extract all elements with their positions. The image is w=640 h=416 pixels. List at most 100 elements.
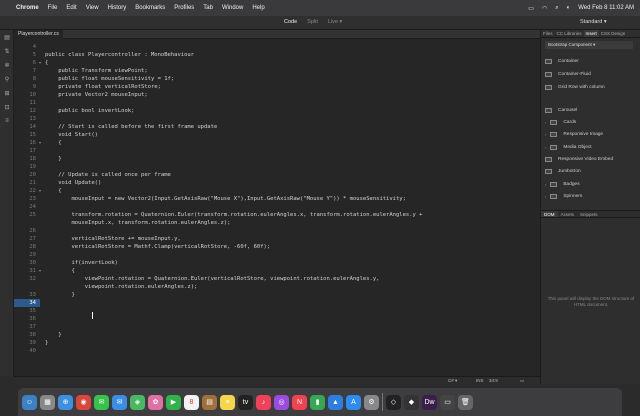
open-document-icon[interactable]: ▤ [0, 30, 14, 44]
bootstrap-item[interactable]: Container-Fluid [545, 70, 591, 79]
code-line[interactable]: verticalRotStore += mouseInput.y, [45, 235, 180, 243]
code-line[interactable] [45, 299, 72, 307]
bootstrap-item[interactable]: Grid Row with column [545, 83, 605, 92]
menu-tab[interactable]: Tab [203, 5, 213, 11]
code-line[interactable]: public float mouseSensitivity = 1f; [45, 75, 174, 83]
view-tab-2[interactable]: Live ▾ [328, 19, 342, 25]
menu-profiles[interactable]: Profiles [174, 5, 194, 11]
code-line[interactable]: void Update() [45, 179, 101, 187]
calendar-icon[interactable]: 8 [184, 394, 199, 410]
bootstrap-item[interactable]: Container [545, 57, 579, 66]
component-dropdown[interactable]: Bootstrap Component ▾ [545, 41, 633, 49]
menu-edit[interactable]: Edit [66, 5, 76, 11]
panel-bottom-tab-2[interactable]: Snippets [577, 211, 601, 217]
safari-icon[interactable]: ⊕ [58, 394, 73, 410]
code-line[interactable]: public class Playercontroller : MonoBeha… [45, 51, 194, 59]
notes-icon[interactable]: ≡ [220, 394, 235, 410]
bootstrap-item[interactable]: › Badges [545, 180, 580, 189]
view-tab-1[interactable]: Split [307, 19, 318, 25]
panel-tab-3[interactable]: CSS Design [599, 30, 628, 37]
photos-icon[interactable]: ✿ [148, 394, 163, 410]
bootstrap-item[interactable]: › Media Object [545, 143, 592, 152]
messages-icon[interactable]: ✉ [94, 394, 109, 410]
code-line[interactable]: private float verticalRotStore; [45, 83, 161, 91]
podcasts-icon[interactable]: ◎ [274, 394, 289, 410]
expand-arrow-icon[interactable]: › [545, 145, 546, 150]
tv-icon[interactable]: tv [238, 394, 253, 410]
expand-arrow-icon[interactable]: › [545, 182, 546, 187]
expand-arrow-icon[interactable]: › [545, 194, 546, 199]
menu-history[interactable]: History [108, 5, 127, 11]
menu-app-name[interactable]: Chrome [16, 5, 39, 11]
facetime-icon[interactable]: ▶ [166, 394, 181, 410]
bootstrap-item[interactable]: Jumbotron [545, 167, 581, 176]
code-line[interactable]: } [45, 155, 61, 163]
fold-arrow-icon[interactable]: ▾ [39, 139, 41, 147]
panel-tab-0[interactable]: Files [541, 30, 555, 37]
menu-view[interactable]: View [86, 5, 99, 11]
panel-bottom-tab-1[interactable]: Assets [558, 211, 578, 217]
view-tab-0[interactable]: Code [284, 19, 297, 25]
clock[interactable]: Wed Feb 8 11:02 AM [578, 5, 634, 11]
code-line[interactable]: viewpoint.rotation.eulerAngles.z); [45, 283, 198, 291]
music-icon[interactable]: ♪ [256, 394, 271, 410]
comment-icon[interactable]: ⊡ [0, 100, 14, 114]
numbers-icon[interactable]: ▮ [310, 394, 325, 410]
unityhub-icon[interactable]: ◆ [404, 394, 419, 410]
unity-icon[interactable]: ◇ [386, 394, 401, 410]
panel-tab-2[interactable]: Insert [583, 30, 599, 37]
search-icon[interactable]: ⌕ [555, 5, 558, 12]
code-line[interactable]: viewPoint.rotation = Quaternion.Euler(ve… [45, 275, 380, 283]
code-line[interactable]: { [45, 139, 61, 147]
trash-icon[interactable]: 🗑 [458, 394, 473, 410]
launchpad-icon[interactable]: ▦ [40, 394, 55, 410]
code-line[interactable]: { [45, 187, 61, 195]
code-line[interactable]: void Start() [45, 131, 98, 139]
control-center-icon[interactable]: ◐ [567, 5, 571, 11]
expand-arrow-icon[interactable]: › [545, 120, 546, 125]
code-line[interactable]: transform.rotation = Quaternion.Euler(tr… [45, 211, 422, 219]
format-icon[interactable]: ✲ [0, 58, 14, 72]
finder2-icon[interactable]: ▤ [202, 394, 217, 410]
code-line[interactable]: // Update is called once per frame [45, 171, 171, 179]
fold-arrow-icon[interactable]: ▾ [39, 187, 41, 195]
file-tab[interactable]: Playercontroller.cs [14, 30, 63, 39]
language-selector[interactable]: C# ▾ [448, 378, 457, 384]
code-line[interactable]: if(invertLook) [45, 259, 117, 267]
window-icon[interactable]: ▭ [440, 394, 455, 410]
code-line[interactable]: verticalRotStore = Mathf.Clamp(verticalR… [45, 243, 270, 251]
news-icon[interactable]: N [292, 394, 307, 410]
bootstrap-item[interactable]: Responsive Video Embed [545, 155, 613, 164]
mail-icon[interactable]: ✉ [112, 394, 127, 410]
menu-bookmarks[interactable]: Bookmarks [135, 5, 165, 11]
fold-arrow-icon[interactable]: ▾ [39, 267, 41, 275]
expand-icon[interactable]: ⊞ [0, 86, 14, 100]
code-line[interactable]: public Transform viewPoint; [45, 67, 147, 75]
code-line[interactable]: private Vector2 mouseInput; [45, 91, 147, 99]
maps-icon[interactable]: ◈ [130, 394, 145, 410]
bootstrap-item[interactable]: › Spinners [545, 192, 582, 201]
file-management-icon[interactable]: ⇅ [0, 44, 14, 58]
code-line[interactable]: mouseInput = new Vector2(Input.GetAxisRa… [45, 195, 405, 203]
menu-help[interactable]: Help [252, 5, 264, 11]
expand-arrow-icon[interactable]: › [545, 132, 546, 137]
code-tools-icon[interactable]: ⚲ [0, 72, 14, 86]
code-line[interactable]: mouseInput.x, transform.rotation.eulerAn… [45, 219, 230, 227]
menu-window[interactable]: Window [222, 5, 243, 11]
chrome-icon[interactable]: ◉ [76, 394, 91, 410]
code-line[interactable]: // Start is called before the first fram… [45, 123, 217, 131]
indent-icon[interactable]: ≡ [0, 114, 14, 128]
code-line[interactable]: public bool invertLook; [45, 107, 134, 115]
finder-icon[interactable]: ☺ [22, 394, 37, 410]
bootstrap-item[interactable]: Carousel [545, 106, 577, 115]
panel-bottom-tab-0[interactable]: DOM [541, 211, 558, 217]
code-editor[interactable]: 4 5 public class Playercontroller : MonoBe… [14, 39, 540, 376]
code-line[interactable]: } [45, 291, 74, 299]
settings-icon[interactable]: ⚙ [364, 394, 379, 410]
appstore-icon[interactable]: A [346, 394, 361, 410]
code-line[interactable]: } [45, 331, 61, 339]
workspace-switcher[interactable]: Standard ▾ [580, 19, 607, 25]
code-line[interactable]: } [45, 339, 48, 347]
panel-tab-1[interactable]: CC Libraries [555, 30, 584, 37]
bootstrap-item[interactable]: › Cards [545, 118, 576, 127]
